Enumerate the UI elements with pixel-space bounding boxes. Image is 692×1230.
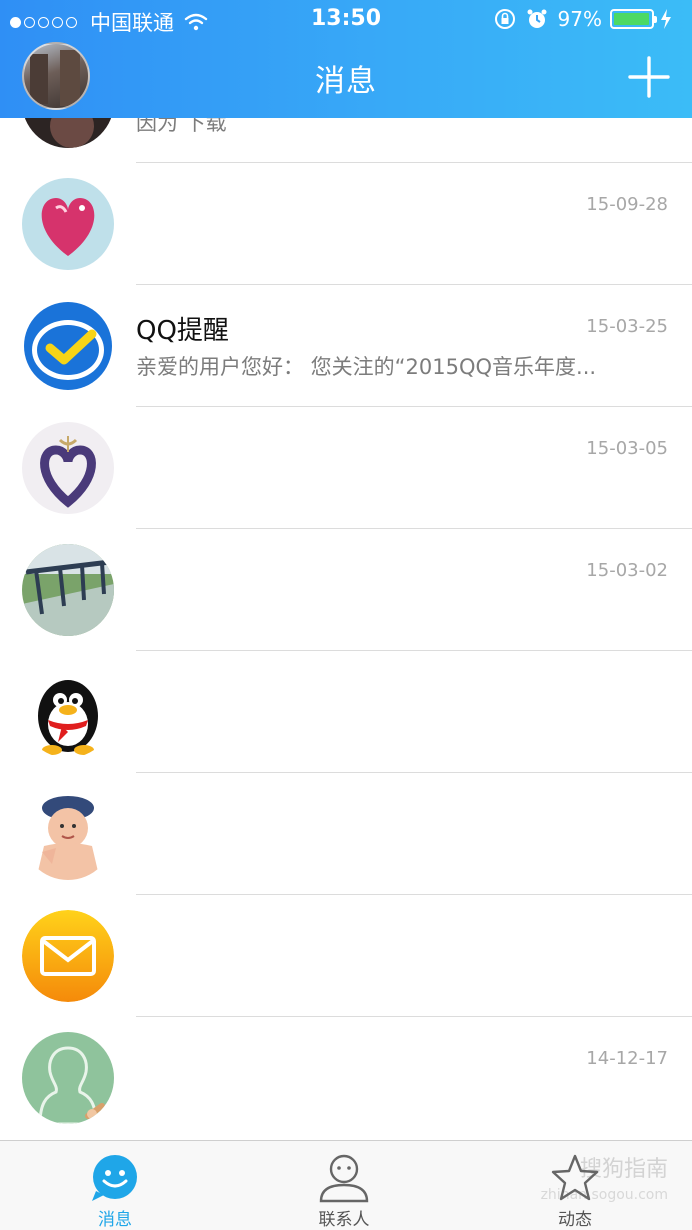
tab-label: 联系人 [318, 1210, 370, 1230]
conversation-row[interactable]: 15-09-28 [0, 163, 692, 285]
conversation-preview: 因为 下载 [136, 118, 227, 135]
qq-penguin-avatar [22, 666, 114, 758]
default-silhouette-avatar [22, 1032, 114, 1124]
child-photo-avatar [22, 788, 114, 880]
rotation-lock-icon [494, 9, 515, 29]
conversation-time: 15-09-28 [586, 194, 668, 215]
conversation-row[interactable]: 15-03-02 [0, 529, 692, 651]
conversation-list: 因为 下载 15-09-28 QQ提醒 15-03-25 亲爱的用户您好： 您关… [0, 118, 692, 1140]
alarm-icon [527, 9, 547, 28]
conversation-time: 14-12-17 [586, 1048, 668, 1069]
star-icon [551, 1154, 599, 1201]
conversation-row[interactable] [0, 895, 692, 1017]
qq-reminder-check-avatar [22, 300, 114, 392]
tab-bar: 搜狗指南 zhinan.sogou.com 消息 联系人 动态 [0, 1140, 692, 1230]
battery-percent: 97% [557, 7, 602, 31]
nav-bar: 消息 [0, 38, 692, 118]
conversation-row[interactable] [0, 773, 692, 895]
mail-icon-avatar [22, 910, 114, 1002]
charging-icon [661, 9, 671, 29]
plus-icon[interactable] [628, 56, 670, 98]
header: 中国联通 13:50 97% 消息 [0, 0, 692, 118]
pink-heart-avatar [22, 178, 114, 270]
tab-label: 消息 [98, 1210, 132, 1230]
conversation-time: 15-03-02 [586, 560, 668, 581]
battery-icon [610, 9, 657, 29]
railing-photo-avatar [22, 544, 114, 636]
conversation-time: 15-03-25 [586, 316, 668, 337]
contact-person-icon [319, 1154, 369, 1203]
conversation-preview: 亲爱的用户您好： 您关注的“2015QQ音乐年度... [136, 355, 597, 379]
conversation-row[interactable]: QQ提醒 15-03-25 亲爱的用户您好： 您关注的“2015QQ音乐年度..… [0, 285, 692, 407]
conversation-name: QQ提醒 [136, 316, 229, 346]
conversation-row[interactable]: 14-12-17 [0, 1017, 692, 1139]
conversation-row[interactable] [0, 651, 692, 773]
tab-moments[interactable]: 动态 [505, 1141, 645, 1230]
status-bar: 中国联通 13:50 97% [0, 0, 692, 38]
conversation-row[interactable]: 15-03-05 [0, 407, 692, 529]
page-title: 消息 [315, 64, 377, 99]
conversation-time: 15-03-05 [586, 438, 668, 459]
lavender-heart-avatar [22, 422, 114, 514]
tab-label: 动态 [558, 1210, 592, 1230]
message-bubble-icon [92, 1155, 137, 1201]
conversation-row[interactable]: 因为 下载 [0, 118, 692, 163]
tab-messages[interactable]: 消息 [45, 1141, 185, 1230]
tab-contacts[interactable]: 联系人 [274, 1141, 414, 1230]
dark-avatar [22, 118, 114, 148]
